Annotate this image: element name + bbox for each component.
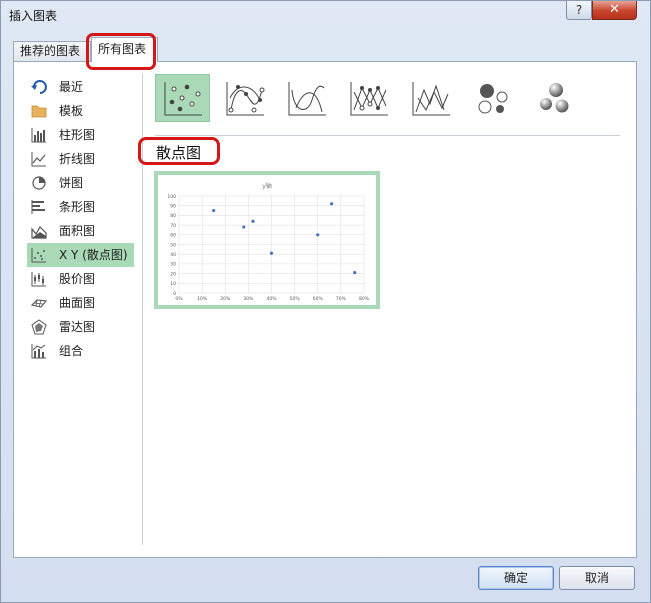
title-bar: 插入图表 ? ✕ (1, 1, 650, 31)
scatter-smooth-lines-markers-icon (226, 82, 265, 116)
sidebar-item-label: 折线图 (59, 152, 96, 166)
chart-tick-labels: 0 10 20 30 40 50 60 70 80 90 100 0% 10% 20% 30% 40% 50% 6… (167, 194, 369, 302)
sidebar-item-recent[interactable]: 最近 (27, 75, 134, 99)
scatter-straight-lines-markers-icon (350, 82, 388, 116)
data-point (316, 233, 320, 237)
sidebar-item-stock[interactable]: 股价图 (27, 267, 134, 291)
y-tick-label: 60 (170, 233, 176, 239)
data-point (212, 208, 216, 213)
recent-icon (31, 80, 47, 94)
insert-chart-dialog: 插入图表 ? ✕ 推荐的图表 所有图表 最近 模板 柱形图 折线图 饼图 条形图… (0, 0, 651, 603)
cancel-button[interactable]: 取消 (559, 566, 635, 590)
bar-chart-icon (31, 200, 45, 214)
x-tick-label: 80% (359, 296, 370, 302)
sidebar-item-label: 最近 (59, 80, 84, 94)
scatter-straight-lines-icon (412, 82, 450, 116)
subtype-bubble[interactable] (465, 74, 520, 122)
y-tick-label: 70 (170, 223, 176, 229)
pie-chart-icon (32, 176, 46, 190)
sidebar-item-label: 雷达图 (59, 320, 96, 334)
data-point (330, 202, 334, 206)
ok-button[interactable]: 确定 (478, 566, 554, 590)
help-button[interactable]: ? (566, 1, 592, 20)
scatter-smooth-lines-icon (288, 82, 326, 116)
chart-type-heading: 散点图 (156, 144, 202, 162)
subtype-scatter-markers[interactable] (155, 74, 210, 122)
close-button[interactable]: ✕ (592, 1, 637, 20)
sidebar-item-label: 柱形图 (59, 128, 96, 142)
y-tick-label: 10 (170, 281, 176, 287)
combo-chart-icon (31, 344, 46, 359)
x-tick-label: 40% (266, 296, 277, 302)
y-tick-label: 100 (167, 194, 176, 200)
x-tick-label: 50% (290, 296, 301, 302)
chart-preview[interactable]: y轴 0 10 20 30 40 50 60 70 80 90 100 0% 10% 20% 30% 40% 5… (154, 171, 380, 309)
line-chart-icon (31, 152, 46, 167)
x-tick-label: 70% (336, 296, 347, 302)
sidebar-item-label: 模板 (59, 104, 84, 118)
subtype-3d-bubble[interactable] (527, 74, 582, 122)
sidebar-item-surface[interactable]: 曲面图 (27, 291, 134, 315)
sidebar-item-line[interactable]: 折线图 (27, 147, 134, 171)
sidebar-item-label: 曲面图 (59, 296, 96, 310)
scatter-preview-chart: y轴 0 10 20 30 40 50 60 70 80 90 100 0% 10% 20% 30% 40% 5… (167, 182, 369, 302)
sidebar-item-xy-scatter[interactable]: X Y (散点图) (27, 243, 134, 267)
y-tick-label: 80 (170, 213, 176, 219)
stock-chart-icon (31, 272, 46, 287)
x-tick-label: 60% (313, 296, 324, 302)
sidebar-item-column[interactable]: 柱形图 (27, 123, 134, 147)
data-point (269, 251, 274, 255)
subtype-scatter-smooth-lines-markers[interactable] (217, 74, 272, 122)
x-tick-label: 0% (175, 296, 183, 302)
sidebar-item-label: 组合 (59, 344, 84, 358)
y-tick-label: 40 (170, 252, 176, 258)
data-point (353, 271, 357, 275)
subtype-scatter-straight-lines-markers[interactable] (341, 74, 396, 122)
tab-recommended-charts[interactable]: 推荐的图表 (13, 41, 91, 61)
x-tick-label: 20% (220, 296, 231, 302)
sidebar-item-templates[interactable]: 模板 (27, 99, 134, 123)
y-tick-label: 0 (173, 291, 176, 297)
sidebar-item-area[interactable]: 面积图 (27, 219, 134, 243)
bubble-icon (478, 84, 508, 114)
column-chart-icon (31, 128, 46, 143)
sidebar-item-label: 股价图 (59, 272, 96, 286)
bubble-3d-icon (540, 83, 569, 113)
subtype-scatter-smooth-lines[interactable] (279, 74, 334, 122)
data-point (242, 225, 246, 229)
sidebar-item-label: 条形图 (59, 200, 96, 214)
sidebar-item-label: X Y (散点图) (59, 248, 128, 262)
subtype-scatter-straight-lines[interactable] (403, 74, 458, 122)
x-tick-label: 10% (197, 296, 208, 302)
sidebar-item-label: 面积图 (59, 224, 96, 238)
y-tick-label: 90 (170, 204, 176, 210)
surface-chart-icon (31, 299, 47, 308)
sidebar-item-combo[interactable]: 组合 (27, 339, 134, 363)
chart-category-list: 最近 模板 柱形图 折线图 饼图 条形图 面积图 X Y (散点图) 股价图 曲… (27, 75, 134, 363)
all-charts-panel: 最近 模板 柱形图 折线图 饼图 条形图 面积图 X Y (散点图) 股价图 曲… (13, 61, 637, 558)
chart-data-points (212, 202, 357, 275)
chart-gridlines (178, 195, 365, 294)
sidebar-item-bar[interactable]: 条形图 (27, 195, 134, 219)
dialog-title: 插入图表 (9, 9, 58, 23)
scatter-chart-icon (31, 248, 46, 263)
y-tick-label: 30 (170, 262, 176, 268)
y-tick-label: 20 (170, 271, 176, 277)
folder-icon (31, 105, 47, 118)
chart-title: y轴 (262, 182, 272, 190)
data-point (251, 219, 255, 223)
scatter-markers-icon (164, 82, 202, 116)
sidebar-item-radar[interactable]: 雷达图 (27, 315, 134, 339)
y-tick-label: 50 (170, 242, 176, 248)
sidebar-item-pie[interactable]: 饼图 (27, 171, 134, 195)
x-tick-label: 30% (243, 296, 254, 302)
tab-all-charts[interactable]: 所有图表 (91, 37, 158, 62)
vertical-divider (142, 73, 143, 545)
sidebar-item-label: 饼图 (59, 176, 84, 190)
radar-chart-icon (31, 319, 47, 335)
horizontal-separator (155, 135, 620, 136)
area-chart-icon (31, 226, 47, 239)
